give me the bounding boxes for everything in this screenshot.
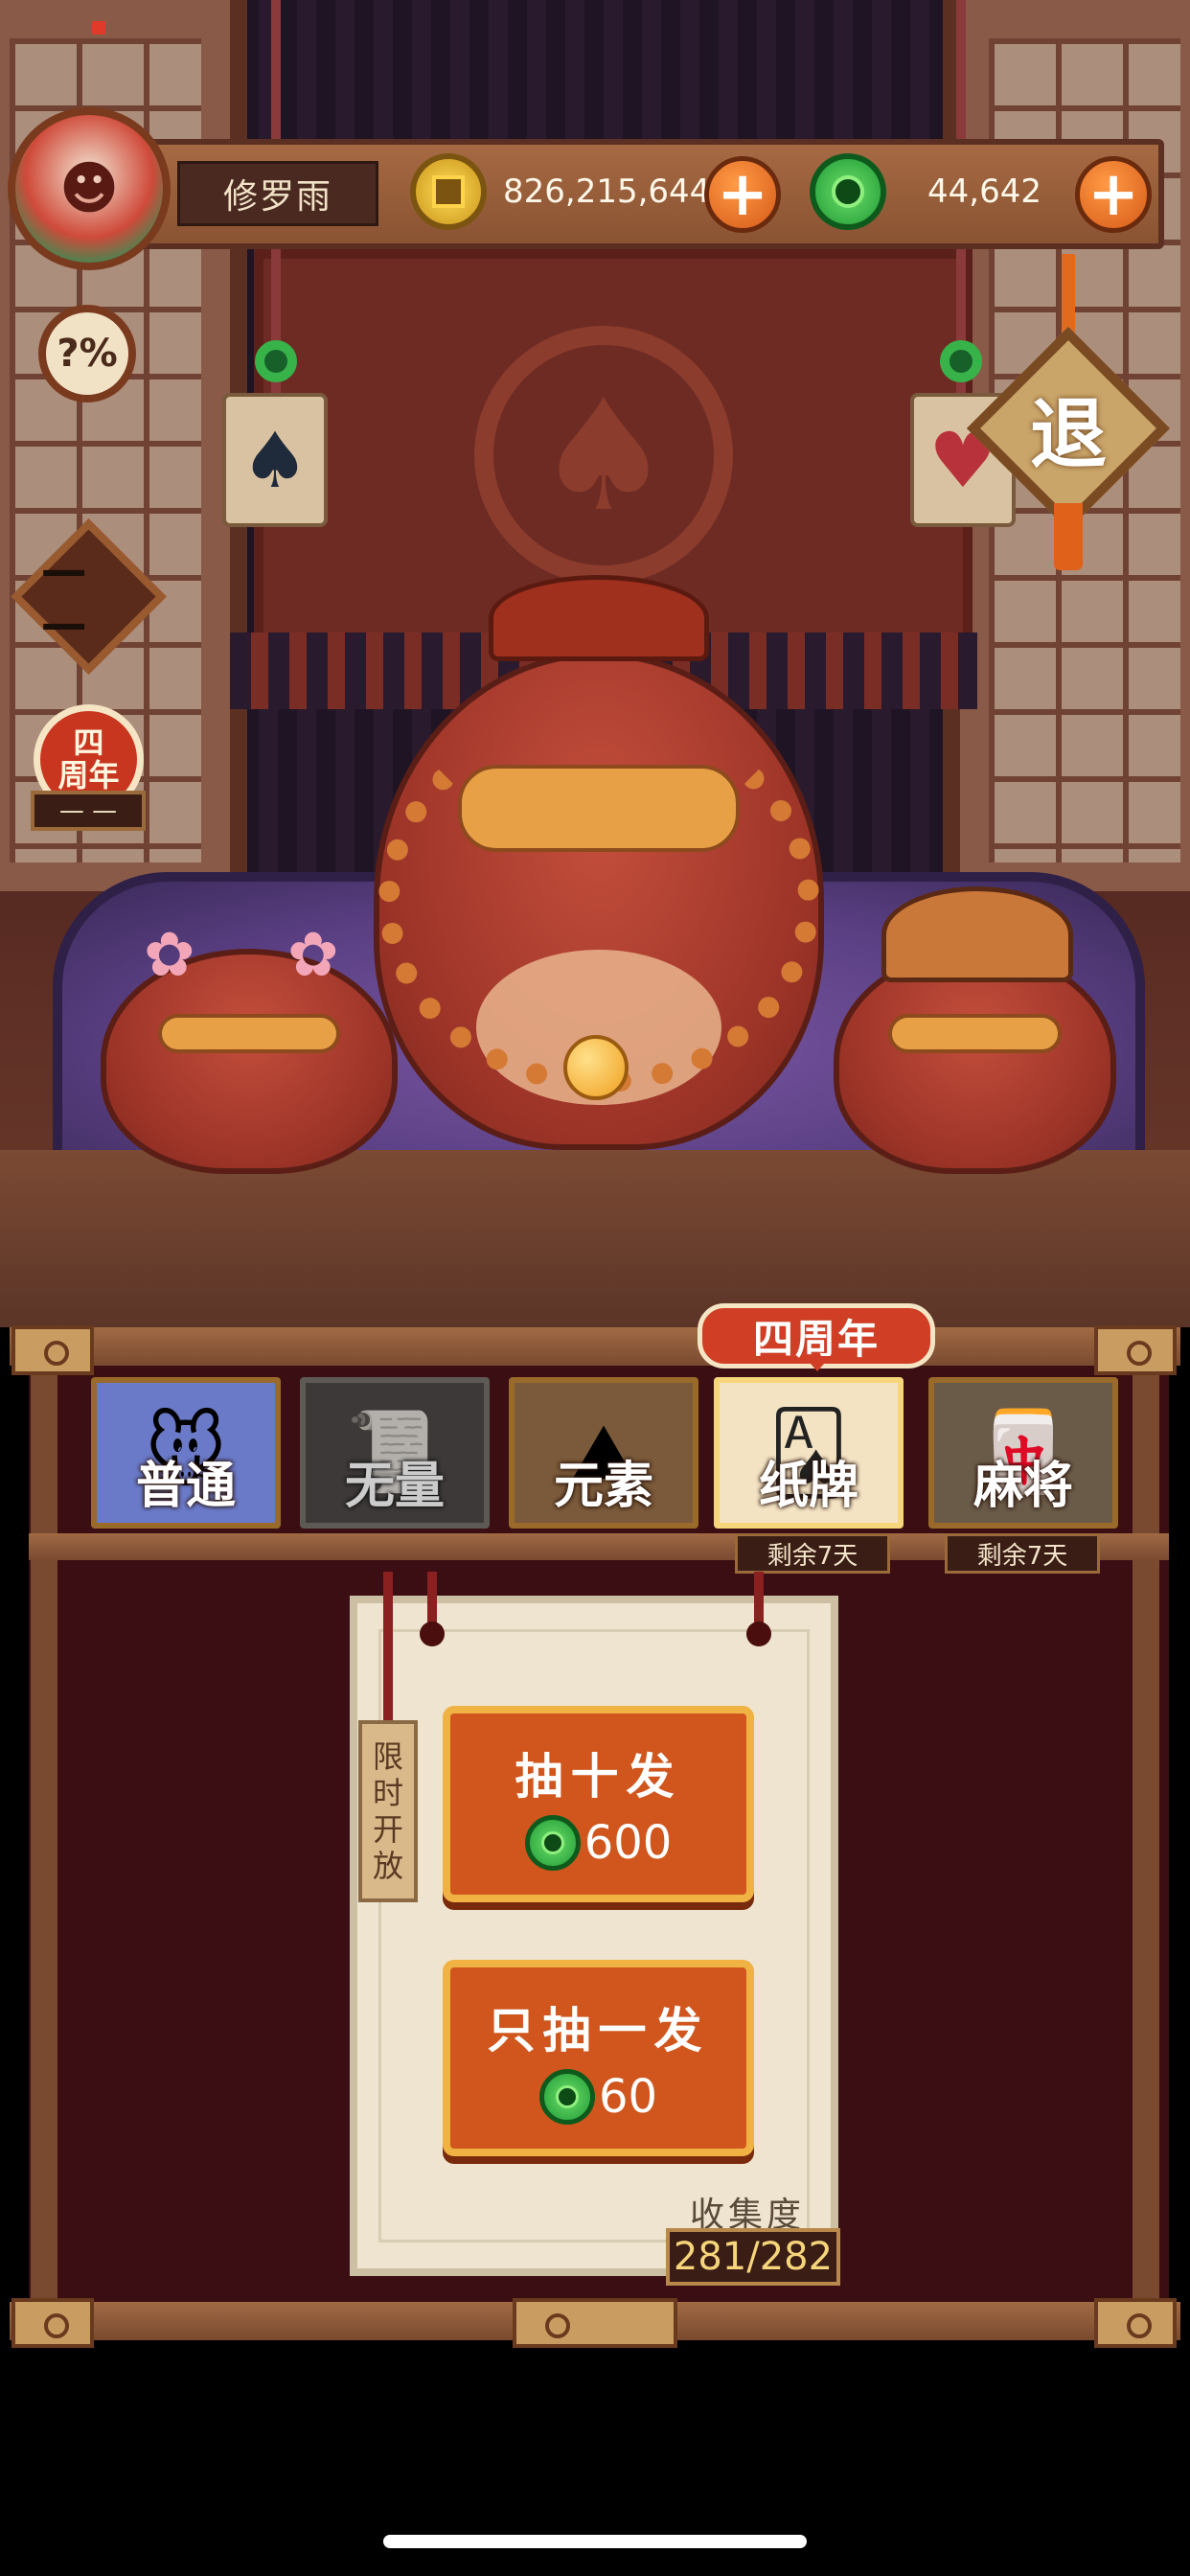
tab-label: 纸牌	[758, 1458, 858, 1515]
jade-coin-icon	[810, 153, 886, 230]
spade-emblem-icon: ♠	[474, 326, 733, 585]
tab-label: 元素	[553, 1458, 653, 1515]
toad-crown-icon	[489, 575, 709, 661]
add-jade-button[interactable]: +	[1075, 156, 1152, 233]
frame-top	[10, 1327, 1180, 1366]
tab-label: 无量	[344, 1458, 445, 1515]
tab-element[interactable]: ⛰ 元素	[509, 1377, 698, 1529]
draw-one-cost: 60	[538, 2068, 658, 2125]
frame-corner	[11, 2298, 94, 2348]
flower-icon: ✿	[144, 920, 195, 991]
limited-tag-char: 限	[372, 1738, 403, 1775]
scroll-pin	[420, 1622, 445, 1646]
player-avatar[interactable]: ☻	[8, 107, 171, 270]
tag-string	[383, 1572, 393, 1725]
table-front	[0, 1150, 1190, 1327]
probability-button[interactable]: ?%	[38, 305, 136, 402]
jade-ring-icon	[940, 340, 982, 382]
draw-ten-button[interactable]: 抽十发 600	[443, 1706, 754, 1902]
tab-mahjong[interactable]: 🀄 麻将	[928, 1377, 1118, 1529]
draw-ten-cost: 600	[524, 1814, 673, 1871]
tab-cards[interactable]: 🂡 纸牌	[714, 1377, 904, 1529]
gold-pendant-icon	[563, 1035, 629, 1100]
collection-value: 281/282	[666, 2228, 840, 2286]
frame-right	[1133, 1337, 1159, 2314]
scroll-pin	[746, 1622, 771, 1646]
notification-dot	[92, 21, 105, 34]
face-icon: — —	[41, 542, 87, 651]
jade-amount: 44,642	[927, 172, 1041, 211]
tab-wuliang[interactable]: 📜 无量	[300, 1377, 490, 1529]
frame-corner	[1094, 2298, 1177, 2348]
add-gold-button[interactable]: +	[704, 156, 781, 233]
anniversary-badge-line2: 周年	[57, 756, 120, 794]
limited-tag-char: 放	[372, 1848, 403, 1884]
remaining-days: 剩余7天	[735, 1533, 890, 1574]
remaining-days: 剩余7天	[945, 1533, 1100, 1574]
spade-card-icon: ♠	[222, 393, 328, 527]
draw-ten-label: 抽十发	[515, 1748, 682, 1805]
draw-one-label: 只抽一发	[487, 2002, 710, 2058]
jade-ring-icon	[255, 340, 297, 382]
home-indicator[interactable]	[383, 2535, 807, 2548]
anniversary-badge-line1: 四	[73, 724, 104, 761]
limited-tag-char: 开	[372, 1811, 403, 1848]
frame-corner	[11, 1325, 94, 1375]
gold-amount: 826,215,644	[503, 172, 711, 211]
tab-label: 普通	[135, 1458, 236, 1515]
exit-label: 退	[1030, 390, 1107, 479]
frame-corner	[1094, 1325, 1177, 1375]
frame-left	[31, 1337, 57, 2314]
scroll-hanger	[754, 1572, 764, 1629]
jade-coin-icon	[524, 1814, 581, 1871]
right-toad	[834, 949, 1116, 1174]
draw-one-cost-value: 60	[598, 2069, 658, 2124]
jester-mask-icon: ☻	[58, 155, 120, 222]
gold-coin-icon	[410, 153, 487, 230]
limited-tag-char: 时	[372, 1775, 403, 1811]
tab-normal[interactable]: 🐭 普通	[91, 1377, 281, 1529]
frame-center-cap	[513, 2298, 677, 2348]
draw-one-button[interactable]: 只抽一发 60	[443, 1960, 754, 2156]
player-name: 修罗雨	[177, 161, 378, 226]
limited-time-tag: 限 时 开 放	[358, 1720, 418, 1902]
draw-ten-cost-value: 600	[584, 1815, 673, 1870]
toad-lip	[887, 1014, 1063, 1053]
toad-lip	[157, 1014, 341, 1053]
flower-icon: ✿	[287, 920, 339, 991]
jade-coin-icon	[538, 2068, 595, 2125]
anniversary-label: — —	[31, 791, 146, 831]
anniversary-flag: 四周年	[698, 1303, 935, 1371]
tiger-hat-icon	[881, 886, 1073, 982]
exit-tassel-end	[1054, 503, 1083, 570]
tab-label: 麻将	[973, 1458, 1073, 1515]
scroll-hanger	[427, 1572, 437, 1629]
